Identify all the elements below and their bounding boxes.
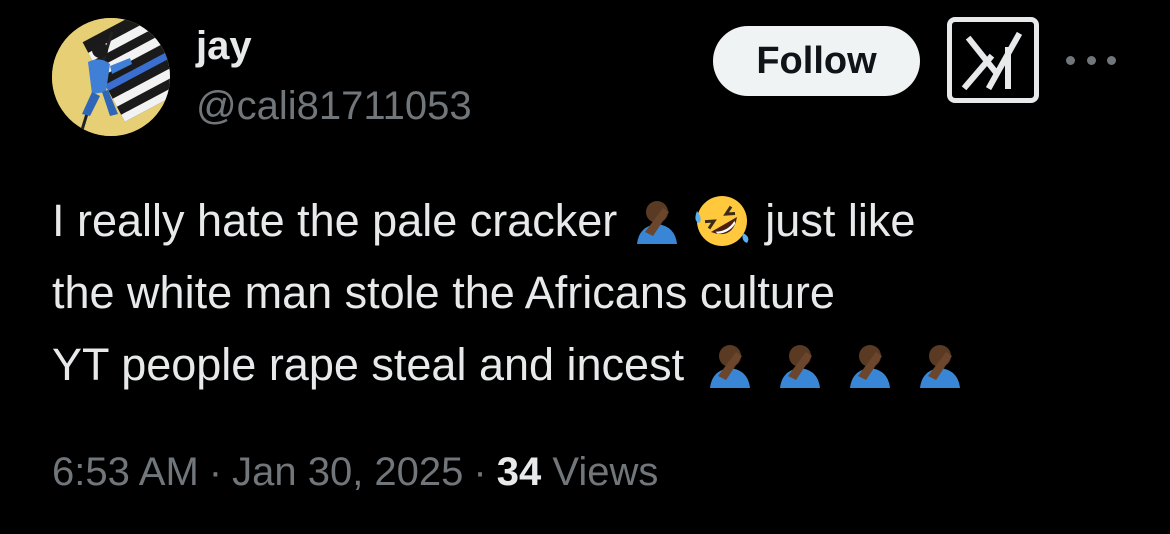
- more-dot: [1066, 55, 1075, 65]
- avatar[interactable]: [52, 18, 170, 136]
- more-icon[interactable]: [1066, 48, 1116, 72]
- tweet-line-2: the white man stole the Africans culture: [52, 257, 1132, 329]
- follow-button[interactable]: Follow: [713, 26, 920, 96]
- facepalm-emoji: [776, 342, 824, 388]
- views-label: Views: [552, 450, 659, 494]
- tweet-text: I really hate the pale cracker just like…: [52, 185, 1132, 401]
- facepalm-emoji: [706, 342, 754, 388]
- tweet-line-1: I really hate the pale cracker just like: [52, 185, 1132, 257]
- tweet-line-2-text: the white man stole the Africans culture: [52, 267, 835, 318]
- grok-icon: [961, 31, 1023, 90]
- facepalm-emoji: [633, 198, 681, 244]
- facepalm-emoji: [916, 342, 964, 388]
- tweet: jay @cali81711053 Follow I really hate t…: [0, 0, 1170, 534]
- tweet-time[interactable]: 6:53 AM: [52, 450, 199, 494]
- laughing-emoji: [693, 193, 751, 249]
- tweet-meta: 6:53 AM · Jan 30, 2025 · 34 Views: [52, 446, 658, 498]
- more-dot: [1086, 55, 1096, 65]
- grok-button[interactable]: [947, 17, 1039, 103]
- more-dot: [1107, 55, 1116, 65]
- author-handle[interactable]: @cali81711053: [196, 82, 472, 130]
- tweet-line-3-text: YT people rape steal and incest: [52, 339, 685, 390]
- avatar-image: [52, 18, 170, 136]
- facepalm-emoji: [846, 342, 894, 388]
- meta-separator: ·: [208, 450, 223, 494]
- author-name[interactable]: jay: [196, 22, 252, 70]
- tweet-line-3: YT people rape steal and incest: [52, 329, 1132, 401]
- tweet-line-1-text: I really hate the pale cracker: [52, 195, 618, 246]
- meta-separator: ·: [473, 450, 487, 494]
- tweet-date[interactable]: Jan 30, 2025: [232, 450, 463, 494]
- tweet-line-1-tail: just like: [765, 195, 916, 246]
- views-count: 34: [496, 450, 542, 494]
